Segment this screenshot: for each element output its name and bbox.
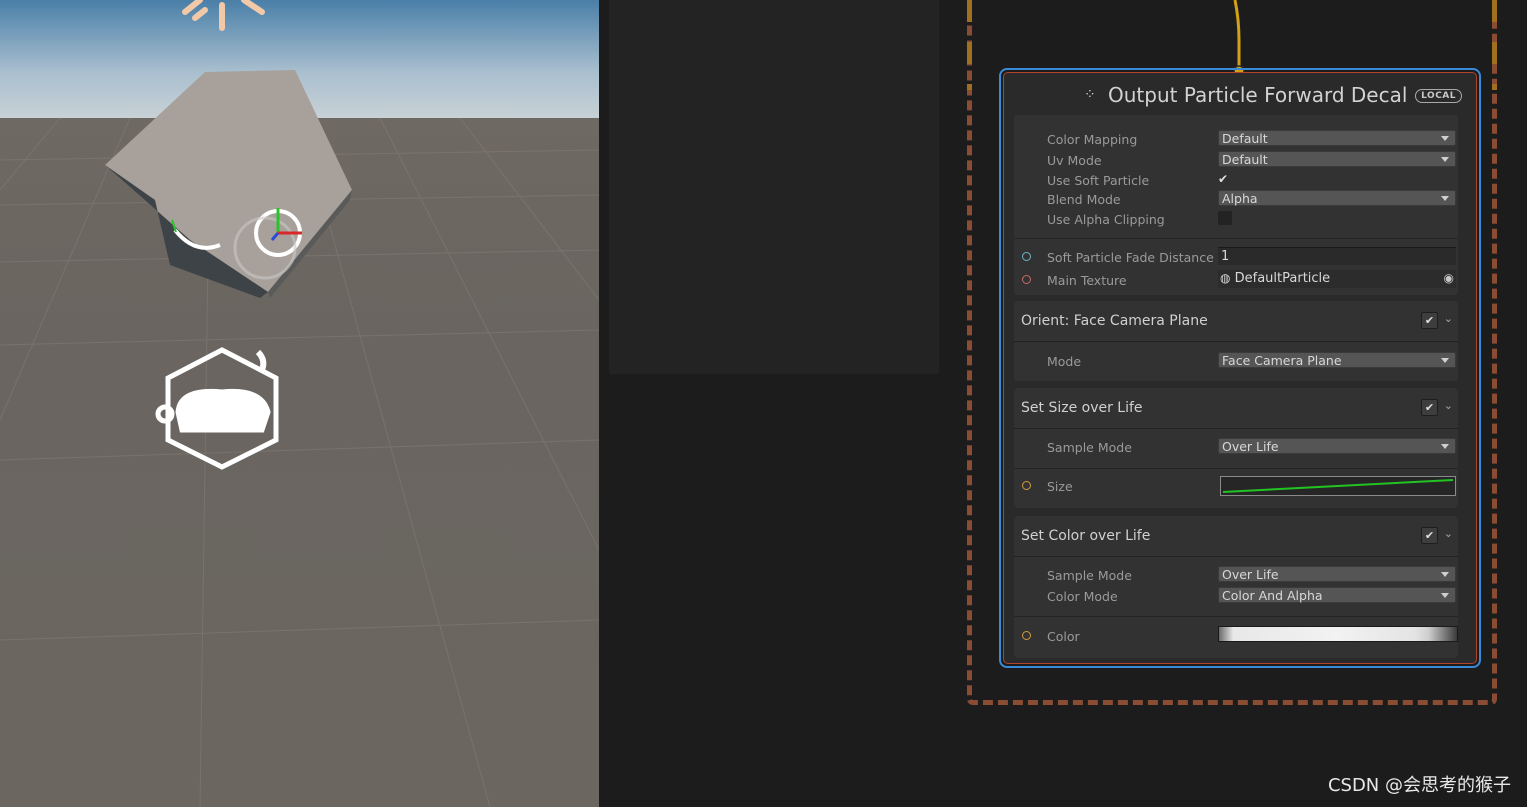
dropdown-arrow-icon — [1441, 572, 1449, 577]
dropdown-value: Default — [1222, 131, 1268, 146]
soft-particle-fade-distance-field[interactable]: 1 — [1218, 247, 1456, 265]
dropdown-value: Face Camera Plane — [1222, 353, 1342, 368]
dropdown-arrow-icon — [1441, 593, 1449, 598]
input-port[interactable] — [1022, 481, 1031, 490]
input-color: Color — [1014, 626, 1458, 646]
setting-blend-mode: Blend Mode Alpha — [1014, 189, 1458, 209]
input-label: Size — [1047, 479, 1073, 494]
sample-mode-dropdown[interactable]: Over Life — [1218, 438, 1456, 454]
use-alpha-clipping-checkbox[interactable] — [1218, 211, 1232, 225]
field-label: Color Mode — [1047, 589, 1118, 604]
color-gradient-field[interactable] — [1218, 626, 1458, 642]
texture-icon: ◍ — [1220, 271, 1231, 285]
block-header[interactable]: Set Color over Life ✔ ⌄ — [1014, 516, 1458, 557]
scene-view[interactable] — [0, 0, 599, 807]
input-label: Color — [1047, 629, 1080, 644]
use-soft-particle-checkbox[interactable]: ✔ — [1218, 172, 1232, 186]
field-sample-mode: Sample Mode Over Life — [1014, 565, 1458, 585]
input-label: Main Texture — [1047, 273, 1127, 288]
dropdown-arrow-icon — [1441, 358, 1449, 363]
dropdown-value: Over Life — [1222, 567, 1279, 582]
dropdown-value: Color And Alpha — [1222, 588, 1323, 603]
scene-viewport[interactable] — [0, 0, 599, 807]
dropdown-arrow-icon — [1441, 157, 1449, 162]
setting-label: Use Alpha Clipping — [1047, 212, 1165, 227]
setting-uv-mode: Uv Mode Default — [1014, 150, 1458, 170]
node-title-bar[interactable]: ⁘ Output Particle Forward Decal LOCAL — [1004, 81, 1476, 111]
block-enabled-checkbox[interactable]: ✔ — [1421, 527, 1438, 544]
dropdown-arrow-icon — [1441, 444, 1449, 449]
mode-dropdown[interactable]: Face Camera Plane — [1218, 352, 1456, 368]
local-space-badge[interactable]: LOCAL — [1415, 89, 1462, 103]
chevron-down-icon[interactable]: ⌄ — [1444, 312, 1453, 325]
sample-mode-dropdown[interactable]: Over Life — [1218, 566, 1456, 582]
field-color-mode: Color Mode Color And Alpha — [1014, 586, 1458, 606]
size-curve-field[interactable] — [1220, 476, 1456, 496]
color-mapping-dropdown[interactable]: Default — [1218, 130, 1456, 146]
block-header[interactable]: Set Size over Life ✔ ⌄ — [1014, 388, 1458, 429]
size-curve — [1222, 479, 1454, 493]
input-label: Soft Particle Fade Distance — [1047, 250, 1214, 265]
vfx-graph-view[interactable]: ⁘ Output Particle Forward Decal LOCAL Co… — [599, 0, 1527, 807]
block-set-color-over-life[interactable]: Set Color over Life ✔ ⌄ Sample Mode Over… — [1014, 516, 1458, 658]
setting-label: Uv Mode — [1047, 153, 1102, 168]
setting-color-mapping: Color Mapping Default — [1014, 129, 1458, 149]
dropdown-value: Over Life — [1222, 439, 1279, 454]
divider — [1014, 468, 1458, 469]
dropdown-value: Alpha — [1222, 191, 1258, 206]
watermark: CSDN @会思考的猴子 — [1327, 775, 1511, 796]
block-enabled-checkbox[interactable]: ✔ — [1421, 399, 1438, 416]
output-particle-node[interactable]: ⁘ Output Particle Forward Decal LOCAL Co… — [999, 68, 1481, 668]
block-title: Set Color over Life — [1021, 528, 1151, 544]
dropdown-arrow-icon — [1441, 136, 1449, 141]
texture-value: DefaultParticle — [1234, 271, 1331, 286]
chevron-down-icon[interactable]: ⌄ — [1444, 399, 1453, 412]
object-picker-icon[interactable]: ◉ — [1444, 270, 1454, 287]
setting-use-soft-particle: Use Soft Particle ✔ — [1014, 170, 1458, 190]
block-title: Set Size over Life — [1021, 400, 1143, 416]
field-sample-mode: Sample Mode Over Life — [1014, 437, 1458, 457]
particle-icon: ⁘ — [1084, 87, 1096, 103]
node-title: Output Particle Forward Decal — [1108, 83, 1408, 107]
input-port[interactable] — [1022, 631, 1031, 640]
input-port[interactable] — [1022, 275, 1031, 284]
input-main-texture: Main Texture ◍ DefaultParticle ◉ — [1014, 270, 1458, 290]
chevron-down-icon[interactable]: ⌄ — [1444, 527, 1453, 540]
color-mode-dropdown[interactable]: Color And Alpha — [1218, 587, 1456, 603]
block-set-size-over-life[interactable]: Set Size over Life ✔ ⌄ Sample Mode Over … — [1014, 388, 1458, 508]
dropdown-arrow-icon — [1441, 196, 1449, 201]
field-label: Sample Mode — [1047, 568, 1132, 583]
block-enabled-checkbox[interactable]: ✔ — [1421, 312, 1438, 329]
block-title: Orient: Face Camera Plane — [1021, 313, 1208, 329]
field-label: Mode — [1047, 354, 1082, 369]
input-soft-particle-fade-distance: Soft Particle Fade Distance 1 — [1014, 247, 1458, 267]
divider — [1014, 238, 1458, 239]
divider — [1014, 616, 1458, 617]
block-header[interactable]: Orient: Face Camera Plane ✔ ⌄ — [1014, 301, 1458, 342]
setting-label: Color Mapping — [1047, 132, 1138, 147]
setting-use-alpha-clipping: Use Alpha Clipping — [1014, 209, 1458, 229]
node-settings: Color Mapping Default Uv Mode Default Us… — [1014, 115, 1458, 295]
field-mode: Mode Face Camera Plane — [1014, 351, 1458, 371]
block-orient[interactable]: Orient: Face Camera Plane ✔ ⌄ Mode Face … — [1014, 301, 1458, 381]
setting-label: Use Soft Particle — [1047, 173, 1150, 188]
main-texture-field[interactable]: ◍ DefaultParticle ◉ — [1218, 270, 1456, 288]
dropdown-value: Default — [1222, 152, 1268, 167]
input-size: Size — [1014, 476, 1458, 496]
blend-mode-dropdown[interactable]: Alpha — [1218, 190, 1456, 206]
uv-mode-dropdown[interactable]: Default — [1218, 151, 1456, 167]
input-port[interactable] — [1022, 252, 1031, 261]
field-label: Sample Mode — [1047, 440, 1132, 455]
setting-label: Blend Mode — [1047, 192, 1121, 207]
